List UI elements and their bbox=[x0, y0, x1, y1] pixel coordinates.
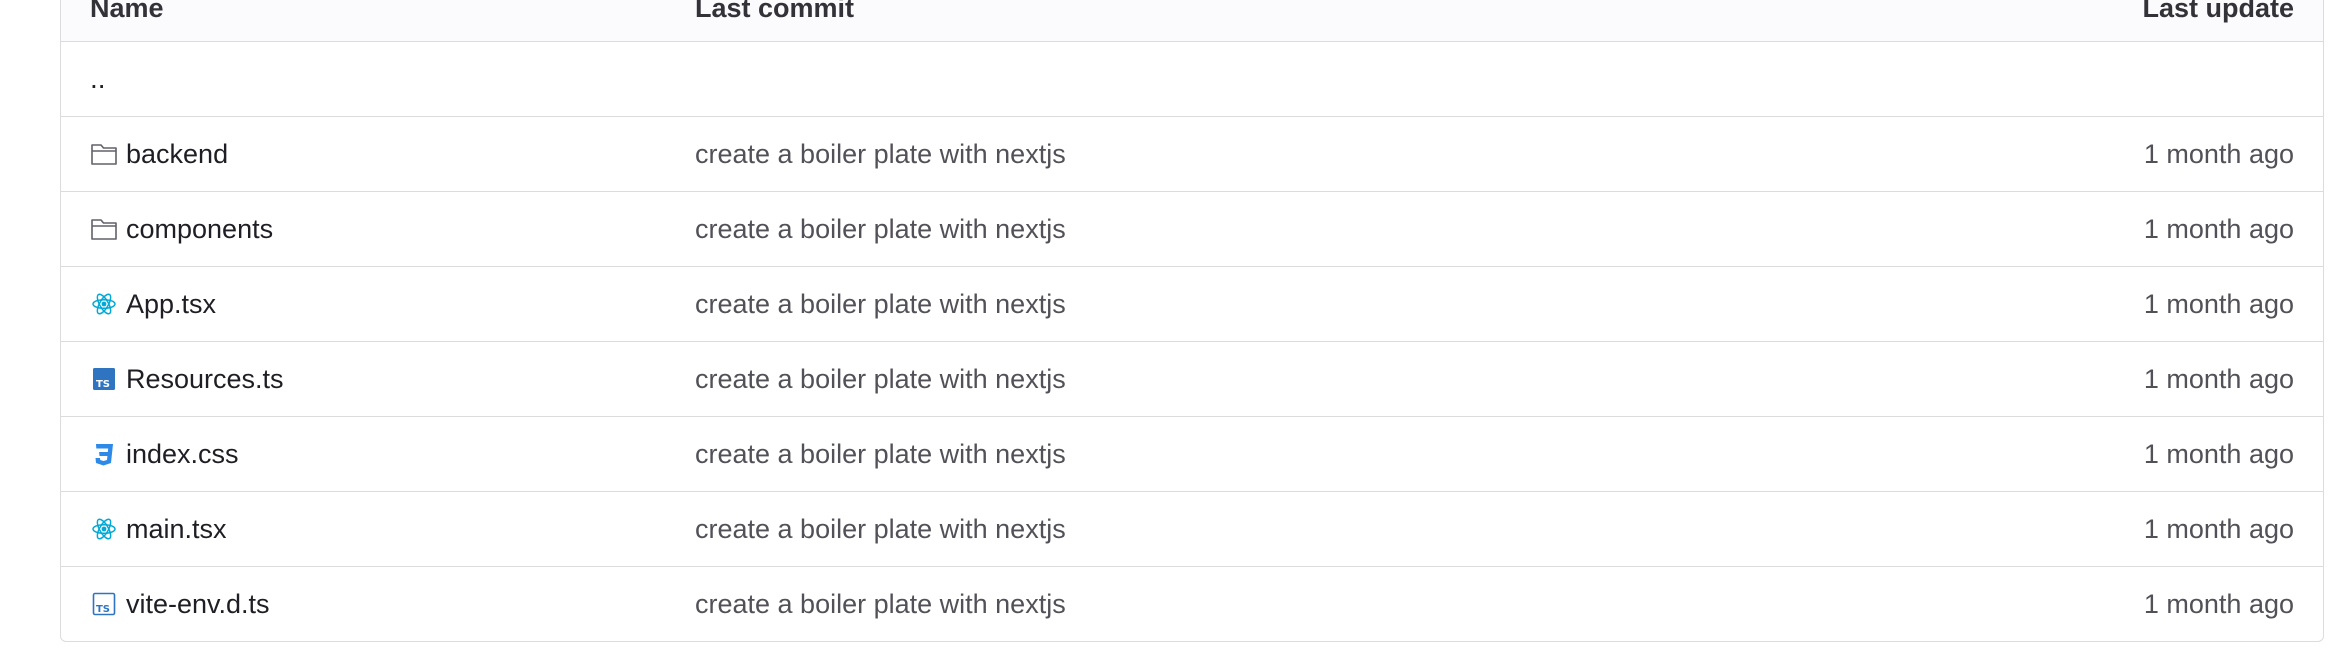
parent-directory-row[interactable]: .. bbox=[61, 41, 2323, 116]
file-name: backend bbox=[126, 138, 229, 169]
last-update-time: 1 month ago bbox=[2143, 363, 2294, 394]
file-name: index.css bbox=[126, 438, 239, 469]
table-row[interactable]: TS Resources.ts create a boiler plate wi… bbox=[61, 341, 2323, 416]
file-name-link[interactable]: TS Resources.ts bbox=[90, 342, 284, 416]
file-table: Name Last commit Last update .. backend … bbox=[60, 0, 2324, 642]
file-name-link[interactable]: TS vite-env.d.ts bbox=[90, 567, 270, 641]
commit-message-link[interactable]: create a boiler plate with nextjs bbox=[695, 267, 1066, 341]
last-update-time: 1 month ago bbox=[2143, 438, 2294, 469]
file-name: components bbox=[126, 213, 274, 244]
last-update-time: 1 month ago bbox=[2143, 213, 2294, 244]
file-name-link[interactable]: backend bbox=[90, 117, 228, 191]
table-row[interactable]: index.css create a boiler plate with nex… bbox=[61, 416, 2323, 491]
file-name: App.tsx bbox=[126, 288, 217, 319]
last-update-time: 1 month ago bbox=[2143, 513, 2294, 544]
file-name-link[interactable]: components bbox=[90, 192, 273, 266]
table-row[interactable]: main.tsx create a boiler plate with next… bbox=[61, 491, 2323, 566]
table-row[interactable]: components create a boiler plate with ne… bbox=[61, 191, 2323, 266]
commit-message-link[interactable]: create a boiler plate with nextjs bbox=[695, 342, 1066, 416]
header-last-update: Last update bbox=[2142, 0, 2294, 23]
svg-text:TS: TS bbox=[96, 379, 110, 390]
commit-message-link[interactable]: create a boiler plate with nextjs bbox=[695, 567, 1066, 641]
css-icon bbox=[90, 440, 118, 468]
file-name: main.tsx bbox=[126, 513, 227, 544]
file-name-link[interactable]: index.css bbox=[90, 417, 239, 491]
folder-icon bbox=[90, 215, 118, 243]
header-name: Name bbox=[90, 0, 164, 23]
file-name-link[interactable]: main.tsx bbox=[90, 492, 227, 566]
commit-message-link[interactable]: create a boiler plate with nextjs bbox=[695, 117, 1066, 191]
commit-message-link[interactable]: create a boiler plate with nextjs bbox=[695, 192, 1066, 266]
react-icon bbox=[90, 515, 118, 543]
parent-directory-link[interactable]: .. bbox=[90, 42, 106, 116]
folder-icon bbox=[90, 140, 118, 168]
file-name: vite-env.d.ts bbox=[126, 588, 270, 619]
commit-message-link[interactable]: create a boiler plate with nextjs bbox=[695, 492, 1066, 566]
file-name: Resources.ts bbox=[126, 363, 284, 394]
typescript-icon: TS bbox=[90, 365, 118, 393]
header-last-commit: Last commit bbox=[695, 0, 855, 23]
file-name-link[interactable]: App.tsx bbox=[90, 267, 216, 341]
commit-message-link[interactable]: create a boiler plate with nextjs bbox=[695, 417, 1066, 491]
parent-directory-label: .. bbox=[90, 63, 106, 94]
react-icon bbox=[90, 290, 118, 318]
table-header: Name Last commit Last update bbox=[61, 0, 2323, 41]
table-row[interactable]: backend create a boiler plate with nextj… bbox=[61, 116, 2323, 191]
table-row[interactable]: App.tsx create a boiler plate with nextj… bbox=[61, 266, 2323, 341]
last-update-time: 1 month ago bbox=[2143, 288, 2294, 319]
typescript-outline-icon: TS bbox=[90, 590, 118, 618]
last-update-time: 1 month ago bbox=[2143, 138, 2294, 169]
svg-text:TS: TS bbox=[96, 604, 110, 615]
last-update-time: 1 month ago bbox=[2143, 588, 2294, 619]
table-row[interactable]: TS vite-env.d.ts create a boiler plate w… bbox=[61, 566, 2323, 641]
